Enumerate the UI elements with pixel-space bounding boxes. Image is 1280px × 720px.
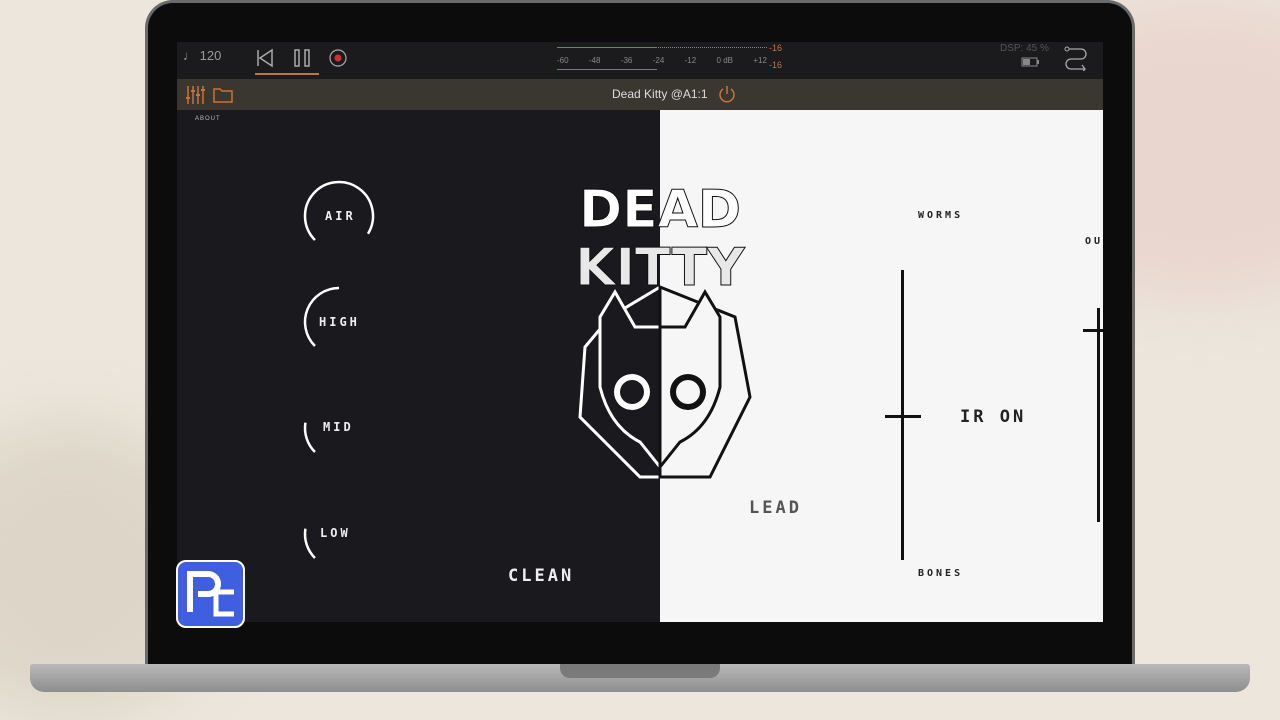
peak-top: -16 bbox=[769, 43, 783, 53]
knob-label-air: AIR bbox=[325, 209, 356, 223]
lead-channel-button[interactable]: LEAD bbox=[749, 498, 802, 518]
record-icon[interactable] bbox=[328, 48, 348, 68]
laptop-notch bbox=[560, 664, 720, 678]
tempo[interactable]: ♩ 120 bbox=[183, 48, 221, 63]
app-screen: ♩ 120 -60 -48 -36 -24 -12 0 dB +12 -16 -16 DSP… bbox=[177, 42, 1103, 622]
knob-label-low: LOW bbox=[320, 526, 351, 540]
pause-icon[interactable] bbox=[293, 48, 313, 68]
knob-label-mid: MID bbox=[323, 420, 354, 434]
routing-icon[interactable] bbox=[1063, 45, 1089, 71]
knob-mid[interactable] bbox=[303, 422, 316, 453]
battery-icon bbox=[1021, 57, 1039, 67]
knob-low[interactable] bbox=[303, 528, 316, 559]
level-meter: -60 -48 -36 -24 -12 0 dB +12 bbox=[557, 45, 767, 75]
out-slider-track[interactable] bbox=[1097, 308, 1100, 522]
dsp-load: DSP: 45 % bbox=[1000, 43, 1049, 54]
ir-top-label: WORMS bbox=[918, 210, 964, 221]
ir-slider-handle[interactable] bbox=[885, 415, 921, 418]
playhead-bar bbox=[255, 73, 319, 75]
dead-kitty-logo: DEAD KITTY bbox=[575, 180, 752, 479]
knob-label-high: HIGH bbox=[319, 315, 360, 329]
clean-channel-button[interactable]: CLEAN bbox=[508, 566, 574, 586]
mixer-icon[interactable] bbox=[185, 85, 205, 105]
ir-bottom-label: BONES bbox=[918, 568, 964, 579]
plugin-header: Dead Kitty @A1:1 bbox=[177, 79, 1103, 110]
watermark-badge bbox=[176, 560, 245, 628]
ir-status[interactable]: IR ON bbox=[960, 407, 1026, 427]
svg-text:DEAD: DEAD bbox=[579, 180, 741, 240]
out-label: OU bbox=[1085, 236, 1103, 247]
out-slider-handle[interactable] bbox=[1083, 329, 1103, 333]
transport-bar: ♩ 120 -60 -48 -36 -24 -12 0 dB +12 -16 -16 DSP… bbox=[177, 42, 1103, 79]
plugin-title: Dead Kitty @A1:1 bbox=[612, 87, 708, 101]
peak-bottom: -16 bbox=[769, 60, 783, 70]
rewind-icon[interactable] bbox=[255, 48, 275, 68]
folder-icon[interactable] bbox=[213, 86, 233, 104]
power-icon[interactable] bbox=[717, 84, 737, 104]
